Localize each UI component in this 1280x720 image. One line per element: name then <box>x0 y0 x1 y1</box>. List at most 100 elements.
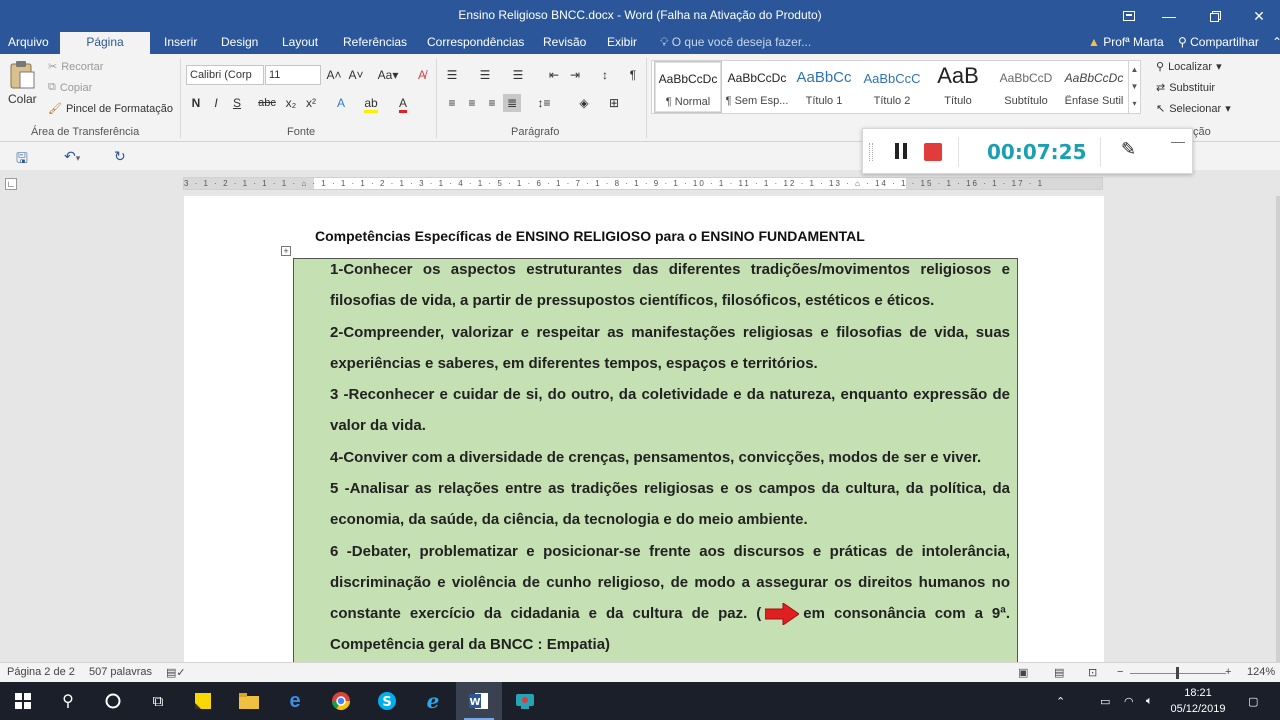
taskbar-clock[interactable]: 18:21 05/12/2019 <box>1166 685 1230 717</box>
copy-button[interactable]: ⧉ Copiar <box>48 81 92 94</box>
grow-font-button[interactable]: A˄ <box>325 66 343 84</box>
drag-handle[interactable] <box>869 143 873 161</box>
tab-revisao[interactable]: Revisão <box>533 32 596 54</box>
shading-button[interactable]: ◈ <box>575 94 593 112</box>
justify-button[interactable]: ≣ <box>503 94 521 112</box>
paste-button[interactable]: Colar <box>8 60 37 106</box>
collapse-ribbon-button[interactable]: ⌃ <box>1262 32 1280 54</box>
web-layout-icon[interactable]: ⊡ <box>1088 666 1097 679</box>
style-heading-2[interactable]: AaBbCcC Título 2 <box>858 61 926 113</box>
wifi-status[interactable]: ◠ <box>1124 682 1134 720</box>
find-button[interactable]: ⚲ Localizar ▾ <box>1156 60 1222 74</box>
bold-button[interactable]: N <box>187 94 205 112</box>
show-marks-button[interactable]: ¶ <box>624 66 642 84</box>
styles-scroll[interactable]: ▲ ▼ ▾ <box>1128 61 1140 113</box>
page-count[interactable]: Página 2 de 2 <box>7 666 75 678</box>
tab-arquivo[interactable]: Arquivo <box>0 32 59 54</box>
zoom-out-button[interactable]: − <box>1117 666 1123 678</box>
horizontal-ruler[interactable]: 3 · 1 · 2 · 1 · 1 · 1 · ⌂ · 1 · 1 · 1 · … <box>183 177 1103 190</box>
multilevel-list-button[interactable]: ☰ <box>509 66 527 84</box>
sort-button[interactable]: ↕ <box>596 66 614 84</box>
stop-button[interactable] <box>924 143 942 161</box>
font-name-box[interactable]: Calibri (Corp <box>186 65 264 85</box>
style-title[interactable]: AaB Título <box>924 61 992 113</box>
strikethrough-button[interactable]: abc <box>258 94 276 112</box>
style-normal[interactable]: AaBbCcDc ¶ Normal <box>654 61 722 113</box>
underline-button[interactable]: S <box>228 94 246 112</box>
font-size-box[interactable]: 11 <box>265 65 321 85</box>
tab-design[interactable]: Design <box>211 32 268 54</box>
cortana-button[interactable] <box>90 682 136 720</box>
zoom-in-button[interactable]: + <box>1225 666 1231 678</box>
line-spacing-button[interactable]: ↕≡ <box>535 94 553 112</box>
word-count[interactable]: 507 palavras <box>89 666 152 678</box>
style-no-spacing[interactable]: AaBbCcDc ¶ Sem Esp... <box>723 61 791 113</box>
select-button[interactable]: ↖ Selecionar ▾ <box>1156 102 1231 116</box>
document-page[interactable]: Competências Específicas de ENSINO RELIG… <box>184 196 1104 662</box>
proofing-icon[interactable]: ▤✓ <box>166 666 186 679</box>
align-right-button[interactable]: ≡ <box>483 94 501 112</box>
sticky-notes-button[interactable] <box>180 682 226 720</box>
format-painter-button[interactable]: 🖌︎ Pincel de Formatação <box>48 102 173 116</box>
shrink-font-button[interactable]: A˅ <box>347 66 365 84</box>
word-button[interactable]: W <box>456 682 502 720</box>
internet-explorer-button[interactable]: ℯ <box>410 682 456 720</box>
repeat-button[interactable]: ↻ <box>114 148 126 165</box>
pause-button[interactable] <box>893 141 909 161</box>
align-left-button[interactable]: ≡ <box>443 94 461 112</box>
numbering-button[interactable]: ☰ <box>476 66 494 84</box>
read-mode-icon[interactable]: ▣ <box>1018 666 1028 679</box>
close-button[interactable]: ✕ <box>1236 0 1280 32</box>
file-explorer-button[interactable] <box>226 682 272 720</box>
right-arrow-shape[interactable] <box>765 603 800 626</box>
font-color-button[interactable]: A <box>394 94 412 113</box>
restore-button[interactable] <box>1192 0 1238 32</box>
minimize-recorder-button[interactable]: — <box>1171 133 1185 149</box>
volume-control[interactable]: 🔈︎ <box>1146 682 1153 720</box>
screen-recorder-button[interactable] <box>502 682 548 720</box>
search-button[interactable]: ⚲ <box>45 682 91 720</box>
borders-button[interactable]: ⊞ <box>605 94 623 112</box>
notifications-button[interactable]: ▢ <box>1248 682 1258 720</box>
change-case-button[interactable]: Aa▾ <box>375 66 401 84</box>
task-view-button[interactable]: ⧉ <box>135 682 181 720</box>
chrome-button[interactable] <box>318 682 364 720</box>
skype-button[interactable]: S <box>364 682 410 720</box>
table-move-handle[interactable]: + <box>281 246 291 256</box>
style-subtle-emphasis[interactable]: AaBbCcDc Ênfase Sutil <box>1060 61 1128 113</box>
show-hidden-icons-button[interactable]: ⌃ <box>1056 682 1065 720</box>
text-effects-button[interactable]: A <box>332 94 350 112</box>
highlight-button[interactable]: ab <box>362 94 380 113</box>
user-account[interactable]: ▲ Profª Marta <box>1088 32 1164 52</box>
tab-referencias[interactable]: Referências <box>333 32 417 54</box>
align-center-button[interactable]: ≡ <box>463 94 481 112</box>
zoom-level[interactable]: 124% <box>1247 666 1275 678</box>
tab-pagina-inicial[interactable]: Página Inicial <box>60 32 150 69</box>
tab-selector[interactable]: ∟ <box>5 178 17 190</box>
tab-exibir[interactable]: Exibir <box>597 32 647 54</box>
undo-button[interactable]: ↶▾ <box>64 148 80 165</box>
pen-button[interactable]: ✎ <box>1121 139 1136 160</box>
cut-button[interactable]: ✂ Recortar <box>48 60 103 74</box>
replace-button[interactable]: ⇄ Substituir <box>1156 81 1215 95</box>
tab-inserir[interactable]: Inserir <box>154 32 207 54</box>
save-button[interactable]: 🖫︎ <box>16 148 28 172</box>
share-button[interactable]: ⚲ Compartilhar <box>1178 32 1259 52</box>
italic-button[interactable]: I <box>207 94 225 112</box>
start-button[interactable] <box>0 682 46 720</box>
increase-indent-button[interactable]: ⇥ <box>566 66 584 84</box>
vertical-scrollbar[interactable] <box>1276 196 1280 662</box>
competencies-table-cell[interactable]: 1-Conhecer os aspectos estruturantes das… <box>293 258 1018 662</box>
bullets-button[interactable]: ☰ <box>443 66 461 84</box>
style-heading-1[interactable]: AaBbCc Título 1 <box>790 61 858 113</box>
edge-button[interactable]: e <box>272 682 318 720</box>
print-layout-icon[interactable]: ▤ <box>1054 666 1064 679</box>
superscript-button[interactable]: x² <box>302 94 320 112</box>
tell-me-box[interactable]: 💡︎ O que você deseja fazer... <box>660 32 811 54</box>
minimize-button[interactable]: — <box>1146 0 1192 32</box>
subscript-button[interactable]: x₂ <box>282 94 300 112</box>
battery-status[interactable]: ▭ <box>1100 682 1110 720</box>
tab-correspondencias[interactable]: Correspondências <box>417 32 534 54</box>
decrease-indent-button[interactable]: ⇤ <box>545 66 563 84</box>
clear-formatting-button[interactable]: A̸ <box>413 66 431 84</box>
